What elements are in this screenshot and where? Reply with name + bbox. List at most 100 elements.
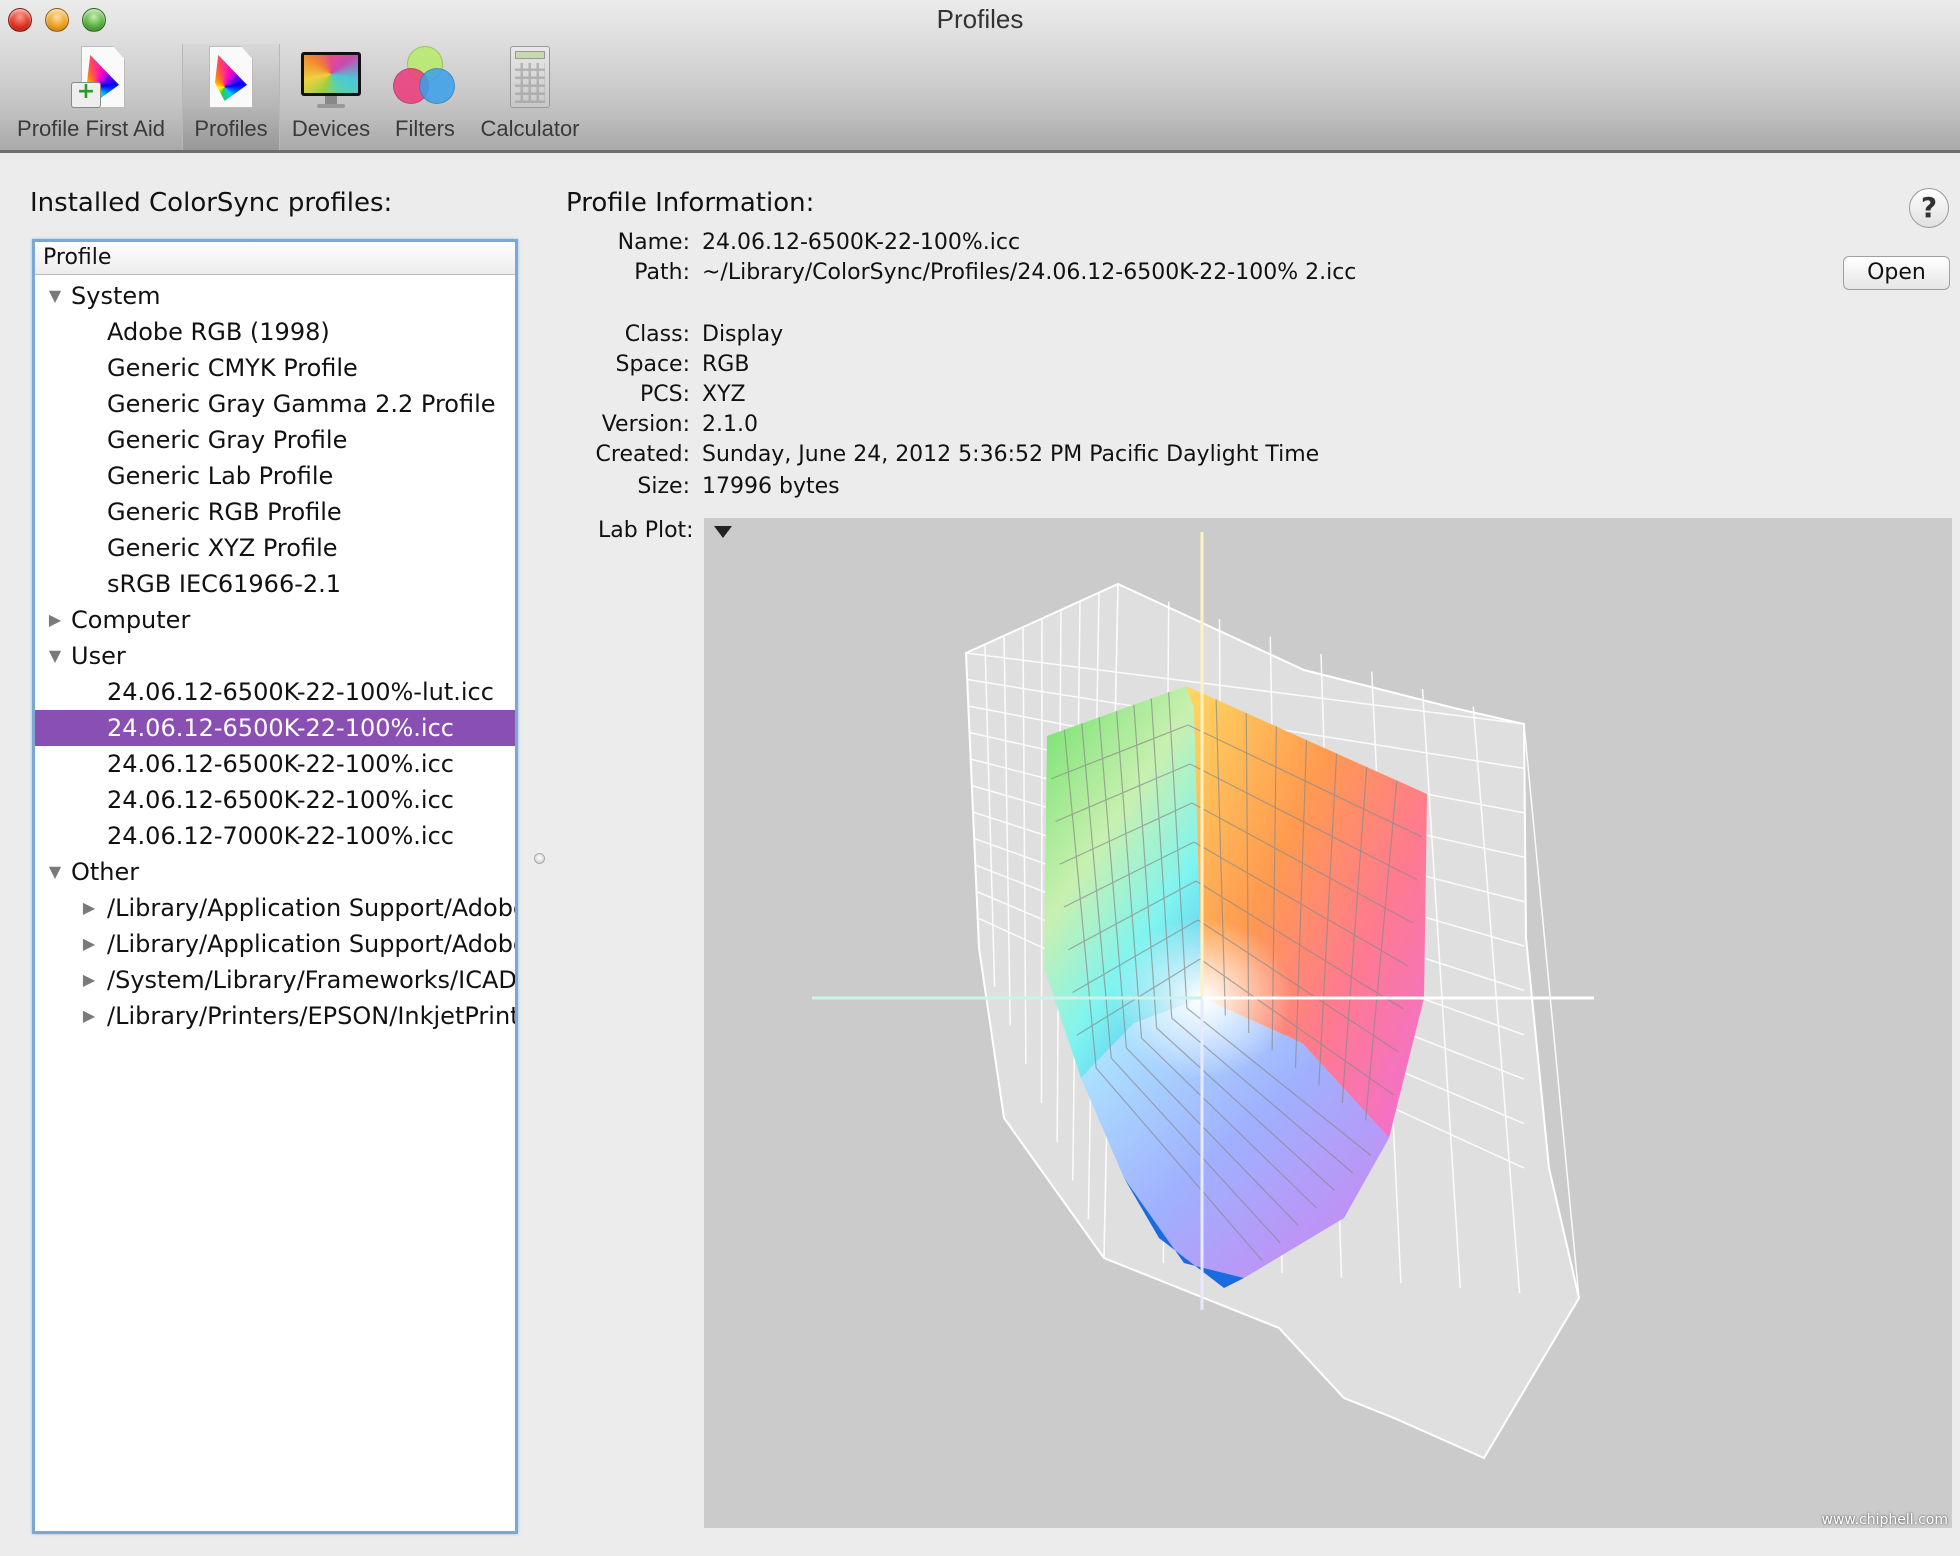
toolbar-label: Profiles xyxy=(194,116,268,141)
row-label: User xyxy=(71,642,126,670)
info-label: Version: xyxy=(601,412,690,437)
toolbar-profiles[interactable]: Profiles xyxy=(182,44,280,150)
column-header-profile[interactable]: Profile xyxy=(35,242,515,275)
profile-group-row[interactable]: ▼ System xyxy=(35,278,515,314)
info-created: Created: Sunday, June 24, 2012 5:36:52 PM… xyxy=(566,442,1320,467)
info-name: Name: 24.06.12-6500K-22-100%.icc xyxy=(566,230,1020,255)
row-label: 24.06.12-6500K-22-100%.icc xyxy=(107,786,454,814)
disclosure-triangle-collapsed-icon[interactable]: ▶ xyxy=(79,926,99,962)
profile-list-item[interactable]: Generic Gray Profile xyxy=(35,422,515,458)
row-label: Generic Lab Profile xyxy=(107,462,334,490)
row-label: 24.06.12-6500K-22-100%-lut.icc xyxy=(107,678,494,706)
toolbar-profile-first-aid[interactable]: Profile First Aid xyxy=(0,44,182,150)
row-label: Generic XYZ Profile xyxy=(107,534,338,562)
disclosure-triangle-collapsed-icon[interactable]: ▶ xyxy=(79,998,99,1034)
disclosure-triangle-collapsed-icon[interactable]: ▶ xyxy=(79,890,99,926)
row-label: Computer xyxy=(71,606,191,634)
display-monitor-icon xyxy=(299,46,363,112)
profile-rows: ▼ System Adobe RGB (1998) Generic CMYK Prof… xyxy=(35,275,515,1034)
row-label: Other xyxy=(71,858,140,886)
row-label: Generic Gray Profile xyxy=(107,426,348,454)
profile-list-item[interactable]: Generic Lab Profile xyxy=(35,458,515,494)
row-label: /Library/Application Support/Adobe xyxy=(107,930,518,958)
profile-list-item[interactable]: Adobe RGB (1998) xyxy=(35,314,515,350)
help-button[interactable]: ? xyxy=(1909,188,1949,228)
disclosure-triangle-collapsed-icon[interactable]: ▶ xyxy=(79,962,99,998)
profile-list-item[interactable]: Generic XYZ Profile xyxy=(35,530,515,566)
profile-group-row[interactable]: ▶ Computer xyxy=(35,602,515,638)
profile-list-item[interactable]: 24.06.12-6500K-22-100%.icc xyxy=(35,782,515,818)
row-label: sRGB IEC61966-2.1 xyxy=(107,570,342,598)
lab-gamut-3d-plot[interactable] xyxy=(704,518,1952,1528)
watermark-text: www.chiphell.com xyxy=(1821,1512,1948,1528)
toolbar-calculator[interactable]: Calculator xyxy=(468,44,592,150)
profile-information-heading: Profile Information: xyxy=(566,188,815,218)
profile-group-row[interactable]: ▶ /Library/Application Support/Adobe xyxy=(35,926,515,962)
row-label: /System/Library/Frameworks/ICADevices xyxy=(107,966,517,994)
info-value: XYZ xyxy=(702,382,746,407)
row-label: 24.06.12-6500K-22-100%.icc xyxy=(107,750,454,778)
info-label: Name: xyxy=(617,230,690,255)
profile-group-row[interactable]: ▼ Other xyxy=(35,854,515,890)
window-title: Profiles xyxy=(936,4,1024,34)
info-value: RGB xyxy=(702,352,750,377)
row-label: Generic Gray Gamma 2.2 Profile xyxy=(107,390,496,418)
color-filters-icon xyxy=(393,46,457,112)
info-value: 2.1.0 xyxy=(702,412,758,437)
toolbar-label: Calculator xyxy=(480,116,580,141)
info-label: Size: xyxy=(637,474,690,499)
disclosure-triangle-expanded-icon[interactable]: ▼ xyxy=(45,638,65,674)
toolbar-label: Devices xyxy=(291,116,371,141)
profile-list-item[interactable]: 24.06.12-7000K-22-100%.icc xyxy=(35,818,515,854)
row-label: /Library/Printers/EPSON/InkjetPrinter xyxy=(107,1002,518,1030)
profile-list-item[interactable]: 24.06.12-6500K-22-100%.icc xyxy=(35,710,515,746)
profile-group-row[interactable]: ▶ /Library/Printers/EPSON/InkjetPrinter xyxy=(35,998,515,1034)
info-value: ~/Library/ColorSync/Profiles/24.06.12-65… xyxy=(702,260,1357,285)
info-label: Created: xyxy=(595,442,690,467)
lab-plot-label: Lab Plot: xyxy=(598,518,694,543)
open-button[interactable]: Open xyxy=(1843,256,1950,290)
info-pcs: PCS: XYZ xyxy=(566,382,746,407)
disclosure-triangle-expanded-icon[interactable]: ▼ xyxy=(45,854,65,890)
info-version: Version: 2.1.0 xyxy=(566,412,758,437)
profile-list-item[interactable]: sRGB IEC61966-2.1 xyxy=(35,566,515,602)
row-label: Generic CMYK Profile xyxy=(107,354,358,382)
toolbar-label: Filters xyxy=(395,116,455,141)
toolbar-devices[interactable]: Devices xyxy=(280,44,382,150)
profile-list-item[interactable]: Generic RGB Profile xyxy=(35,494,515,530)
profile-group-row[interactable]: ▶ /Library/Application Support/Adobe xyxy=(35,890,515,926)
disclosure-triangle-expanded-icon[interactable]: ▼ xyxy=(45,278,65,314)
calculator-icon xyxy=(498,46,562,112)
info-space: Space: RGB xyxy=(566,352,750,377)
info-label: Path: xyxy=(634,260,690,285)
profile-list-item[interactable]: 24.06.12-6500K-22-100%.icc xyxy=(35,746,515,782)
info-label: PCS: xyxy=(639,382,690,407)
profiles-outline-view[interactable]: Profile ▼ System Adobe RGB (1998) Generic C… xyxy=(32,239,518,1534)
profile-group-row[interactable]: ▼ User xyxy=(35,638,515,674)
disclosure-triangle-collapsed-icon[interactable]: ▶ xyxy=(45,602,65,638)
profile-list-item[interactable]: 24.06.12-6500K-22-100%-lut.icc xyxy=(35,674,515,710)
profile-document-icon xyxy=(199,46,263,112)
profile-group-row[interactable]: ▶ /System/Library/Frameworks/ICADevices xyxy=(35,962,515,998)
split-view-divider-handle[interactable] xyxy=(534,853,545,864)
row-label: 24.06.12-6500K-22-100%.icc xyxy=(107,714,454,742)
info-label: Class: xyxy=(624,322,690,347)
info-value: Sunday, June 24, 2012 5:36:52 PM Pacific… xyxy=(702,442,1320,467)
info-label: Space: xyxy=(615,352,690,377)
info-class: Class: Display xyxy=(566,322,783,347)
toolbar-filters[interactable]: Filters xyxy=(382,44,468,150)
info-value: Display xyxy=(702,322,784,347)
info-path: Path: ~/Library/ColorSync/Profiles/24.06.… xyxy=(566,260,1356,285)
installed-profiles-heading: Installed ColorSync profiles: xyxy=(30,188,393,218)
info-value: 17996 bytes xyxy=(702,474,840,499)
info-value: 24.06.12-6500K-22-100%.icc xyxy=(702,230,1021,255)
toolbar: Profile First Aid Profiles Devices Filte… xyxy=(0,44,592,150)
row-label: System xyxy=(71,282,161,310)
lab-plot-view[interactable]: www.chiphell.com xyxy=(704,518,1952,1528)
profile-first-aid-icon xyxy=(59,46,125,112)
info-size: Size: 17996 bytes xyxy=(566,474,840,499)
row-label: Generic RGB Profile xyxy=(107,498,342,526)
toolbar-label: Profile First Aid xyxy=(17,116,165,141)
profile-list-item[interactable]: Generic Gray Gamma 2.2 Profile xyxy=(35,386,515,422)
profile-list-item[interactable]: Generic CMYK Profile xyxy=(35,350,515,386)
